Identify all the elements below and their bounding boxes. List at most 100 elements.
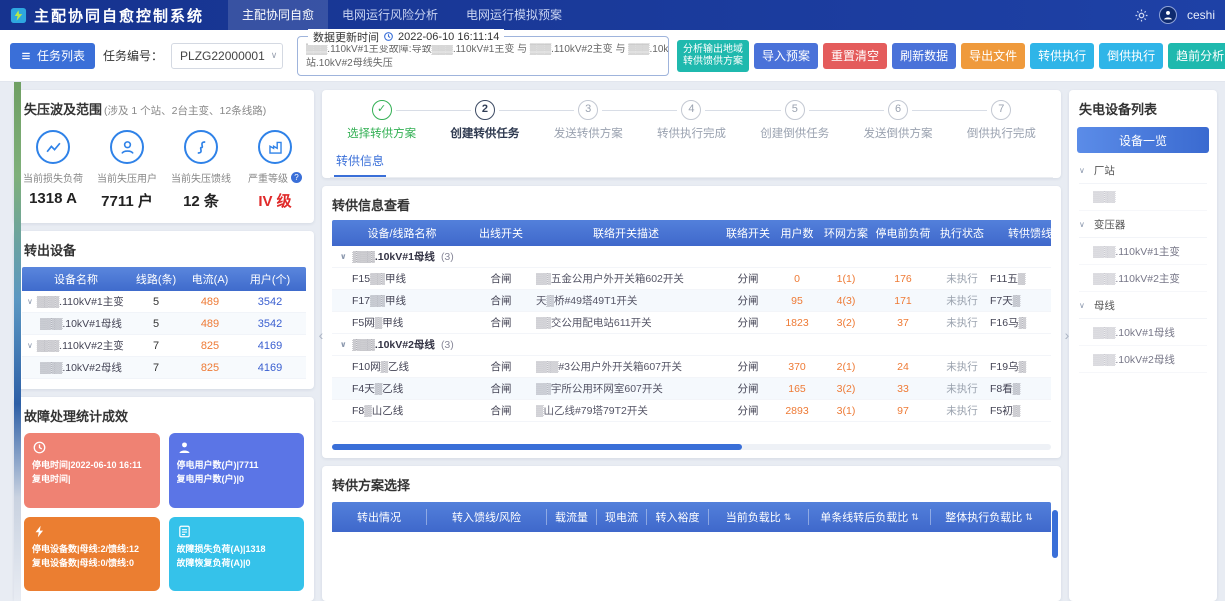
sort-icon[interactable]: ⇅ (784, 512, 792, 523)
chevron-down-icon[interactable]: ∨ (27, 297, 33, 306)
left-sidebar: 失压波及范围(涉及 1 个站、2台主变、12条线路) 当前损失负荷1318 A当… (14, 90, 314, 601)
panel-title: 转供信息查看 (322, 186, 1061, 220)
tree-group-label: 厂站 (1094, 163, 1115, 178)
column-header[interactable]: 整体执行负载比⇅ (931, 509, 1047, 525)
toolbar-button[interactable]: 转供执行 (1030, 43, 1094, 69)
nav-item[interactable]: 电网运行风险分析 (328, 0, 452, 30)
toolbar-button[interactable]: 导入预案 (754, 43, 818, 69)
sort-icon[interactable]: ⇅ (911, 512, 919, 523)
toolbar-actions: 分析输出地域转供馈供方案导入预案重置清空刷新数据导出文件转供执行倒供执行趋前分析 (677, 40, 1225, 72)
stat-label: 当前失压馈线 (171, 170, 231, 185)
table-row[interactable]: F10网▒乙线合闸▒▒▒#3公用户外开关箱607开关分闸3702(1)24未执行… (332, 356, 1051, 378)
chevron-down-icon[interactable]: ∨ (1079, 301, 1085, 310)
lines-cell: 5 (130, 296, 182, 308)
target-feeder-cell: F7天▒ (990, 290, 1051, 311)
pre-outage-load-cell: 97 (872, 400, 934, 421)
step-todo[interactable]: 4转供执行完成 (640, 100, 743, 141)
table-row[interactable]: F15▒▒甲线合闸▒▒五金公用户外开关箱602开关分闸01(1)176未执行F1… (332, 268, 1051, 290)
exec-status-cell: 未执行 (934, 290, 990, 311)
collapse-left-handle[interactable]: ‹ (315, 320, 327, 350)
task-list-label: 任务列表 (37, 47, 85, 64)
help-icon[interactable]: ? (291, 172, 302, 183)
chevron-down-icon[interactable]: ∨ (1079, 166, 1085, 175)
task-no-select[interactable]: PLZG22000001 ∨ (171, 43, 283, 69)
table-row[interactable]: F17▒▒甲线合闸天▒桥#49塔49T1开关分闸954(3)171未执行F7天▒ (332, 290, 1051, 312)
toolbar-button[interactable]: 刷新数据 (892, 43, 956, 69)
tree-item[interactable]: ▒▒▒.110kV#2主变 (1079, 265, 1207, 292)
lines-cell: 7 (130, 362, 182, 374)
ring-scheme-cell: 3(2) (820, 378, 872, 399)
step-todo[interactable]: 3发送转供方案 (537, 100, 640, 141)
toolbar-button[interactable]: 分析输出地域转供馈供方案 (677, 40, 749, 72)
task-no-label: 任务编号： (103, 47, 163, 64)
users-cell: 165 (774, 378, 820, 399)
app-logo-icon (10, 7, 27, 24)
tab-transfer-info[interactable]: 转供信息 (334, 147, 386, 177)
ring-scheme-cell: 4(3) (820, 290, 872, 311)
tree-item[interactable]: ▒▒▒.10kV#1母线 (1079, 319, 1207, 346)
line-name-cell: F10网▒乙线 (332, 356, 472, 377)
sort-icon[interactable]: ⇅ (1025, 512, 1033, 523)
gear-icon[interactable] (1134, 8, 1149, 23)
stat-card: 停电设备数|母线:2/馈线:12复电设备数|母线:0/馈线:0 (24, 517, 160, 592)
vertical-scrollbar-thumb[interactable] (1052, 510, 1058, 558)
task-list-button[interactable]: 任务列表 (10, 43, 95, 69)
card-line: 复电用户数(户)|0 (177, 472, 297, 486)
step-todo[interactable]: 6发送倒供方案 (846, 100, 949, 141)
step-label: 选择转供方案 (330, 125, 433, 141)
column-header[interactable]: 当前负载比⇅ (709, 509, 809, 525)
device-overview-banner[interactable]: 设备一览 (1077, 127, 1209, 153)
horizontal-scrollbar[interactable] (332, 444, 1051, 450)
table-row[interactable]: F5网▒甲线合闸▒▒交公用配电站611开关分闸18233(2)37未执行F16马… (332, 312, 1051, 334)
device-name-cell: ∨▒▒▒.110kV#2主变 (22, 338, 130, 353)
chevron-down-icon[interactable]: ∨ (340, 252, 347, 261)
step-done[interactable]: ✓选择转供方案 (330, 100, 433, 141)
toolbar-button[interactable]: 导出文件 (961, 43, 1025, 69)
toolbar-button[interactable]: 重置清空 (823, 43, 887, 69)
tree-item[interactable]: ▒▒▒.110kV#1主变 (1079, 238, 1207, 265)
chevron-down-icon[interactable]: ∨ (27, 341, 33, 350)
exec-status-cell: 未执行 (934, 312, 990, 333)
group-row[interactable]: ∨▒▒▒.10kV#1母线(3) (332, 246, 1051, 268)
tree-group[interactable]: ∨变压器 (1079, 211, 1207, 238)
chevron-down-icon[interactable]: ∨ (1079, 220, 1085, 229)
scheme-panel: 转供方案选择 转出情况转入馈线/风险载流量现电流转入裕度当前负载比⇅单条线转后负… (322, 466, 1061, 601)
step-todo[interactable]: 7倒供执行完成 (950, 100, 1053, 141)
users-icon (177, 440, 192, 455)
panel-title: 失压波及范围(涉及 1 个站、2台主变、12条线路) (14, 90, 314, 124)
tree-group[interactable]: ∨母线 (1079, 292, 1207, 319)
stat-value: 12 条 (183, 190, 219, 211)
step-todo[interactable]: 5创建倒供任务 (743, 100, 846, 141)
toolbar: 任务列表 任务编号： PLZG22000001 ∨ 数据更新时间 2022-06… (0, 30, 1225, 82)
bolt-icon (32, 524, 47, 539)
nav-item[interactable]: 主配协同自愈 (228, 0, 328, 30)
target-feeder-cell: F19乌▒ (990, 356, 1051, 377)
nav-item[interactable]: 电网运行模拟预案 (452, 0, 576, 30)
group-row[interactable]: ∨▒▒▒.10kV#2母线(3) (332, 334, 1051, 356)
table-row[interactable]: F4天▒乙线合闸▒▒宇所公用环网室607开关分闸1653(2)33未执行F8看▒ (332, 378, 1051, 400)
users-cell: 2893 (774, 400, 820, 421)
tie-switch-cell: 分闸 (722, 356, 774, 377)
scrollbar-thumb[interactable] (332, 444, 742, 450)
toolbar-button[interactable]: 趋前分析 (1168, 43, 1225, 69)
device-name-cell: ▒▒▒.10kV#1母线 (22, 316, 130, 331)
stats-cards: 停电时间|2022-06-10 16:11复电时间|停电用户数(户)|7711复… (14, 431, 314, 601)
tree-item[interactable]: ▒▒▒.10kV#2母线 (1079, 346, 1207, 373)
toolbar-button[interactable]: 倒供执行 (1099, 43, 1163, 69)
table-row[interactable]: ▒▒▒.10kV#1母线54893542 (22, 313, 306, 335)
step-current[interactable]: 2创建转供任务 (433, 100, 536, 141)
table-row[interactable]: ∨▒▒▒.110kV#1主变54893542 (22, 291, 306, 313)
target-feeder-cell: F11五▒ (990, 268, 1051, 289)
tree-group[interactable]: ∨ 厂站 (1079, 157, 1207, 184)
step-number: 4 (681, 100, 701, 120)
table-row[interactable]: ▒▒▒.10kV#2母线78254169 (22, 357, 306, 379)
chevron-down-icon[interactable]: ∨ (340, 340, 347, 349)
column-header[interactable]: 单条线转后负载比⇅ (809, 509, 931, 525)
table-row[interactable]: ∨▒▒▒.110kV#2主变78254169 (22, 335, 306, 357)
avatar[interactable] (1159, 6, 1177, 24)
tree-item[interactable]: ▒▒▒ (1079, 184, 1207, 211)
out-switch-cell: 合闸 (472, 290, 530, 311)
line-name-cell: F15▒▒甲线 (332, 268, 472, 289)
table-row[interactable]: F8▒山乙线合闸▒山乙线#79塔79T2开关分闸28933(1)97未执行F5初… (332, 400, 1051, 422)
collapse-right-handle[interactable]: › (1061, 320, 1073, 350)
